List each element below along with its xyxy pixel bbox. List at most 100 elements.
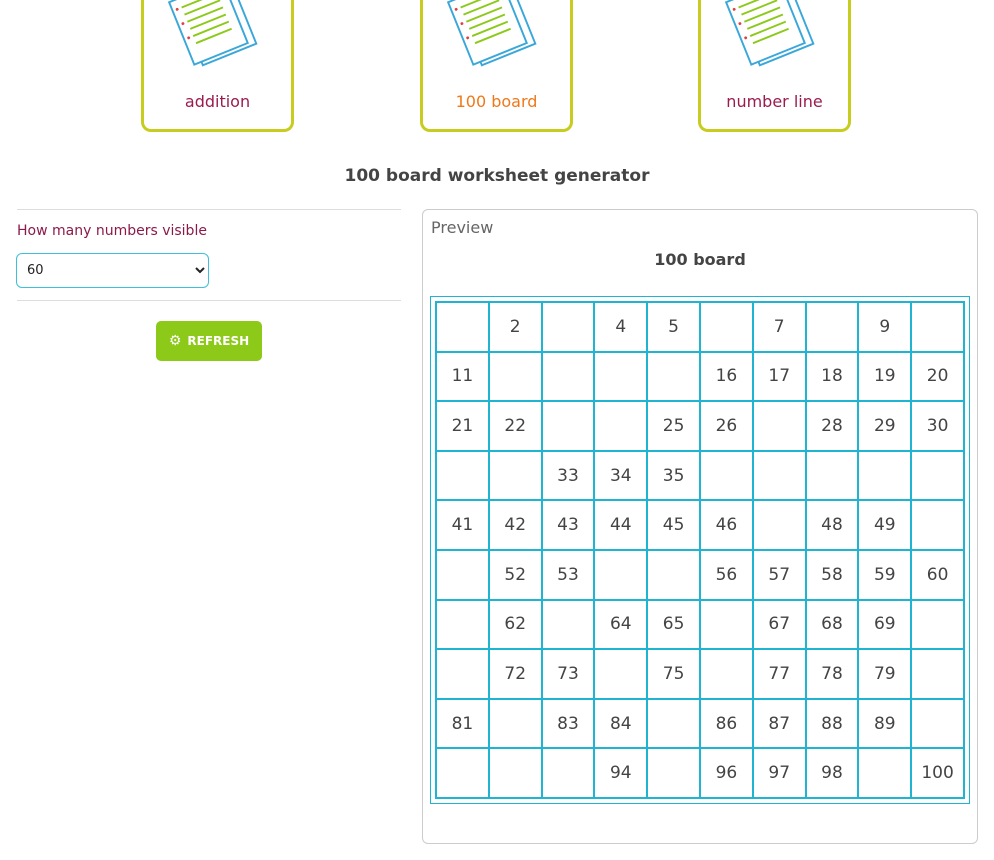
board-cell <box>700 600 752 649</box>
card-label: number line <box>726 92 823 111</box>
board-cell: 96 <box>700 749 752 797</box>
board-cell: 94 <box>595 749 647 797</box>
board-cell: 17 <box>753 352 805 401</box>
board-cell <box>437 451 488 500</box>
page-title: 100 board worksheet generator <box>344 166 650 186</box>
gears-icon: ⚙ <box>168 333 182 349</box>
board-cell: 59 <box>859 550 911 599</box>
board-cell <box>489 352 541 401</box>
board-cell: 22 <box>489 402 541 450</box>
board-cell <box>542 749 594 797</box>
board-cell: 64 <box>595 600 647 649</box>
board-cell: 57 <box>753 550 805 599</box>
board-cell: 25 <box>648 402 699 450</box>
board-cell <box>700 451 752 500</box>
visible-count-select[interactable]: 102030405060708090 <box>16 253 209 288</box>
refresh-label: REFRESH <box>187 334 250 348</box>
board-cell: 58 <box>806 550 858 599</box>
board-cell <box>912 650 963 698</box>
preview-title: 100 board <box>654 250 746 269</box>
worksheet-icon <box>446 0 537 67</box>
board-cell <box>700 303 752 351</box>
board-cell: 60 <box>912 550 963 599</box>
board-cell <box>595 550 647 599</box>
board-cell: 98 <box>806 749 858 797</box>
board-cell <box>542 303 594 351</box>
board-cell: 52 <box>489 550 541 599</box>
board-cell: 44 <box>595 501 647 549</box>
board-cell <box>489 451 541 500</box>
board-cell <box>806 451 858 500</box>
divider <box>17 209 401 210</box>
board-cell: 48 <box>806 501 858 549</box>
board-cell: 84 <box>595 699 647 748</box>
worksheet-card-number-line[interactable]: number line <box>698 0 851 132</box>
board-cell: 67 <box>753 600 805 649</box>
board-cell <box>912 451 963 500</box>
board-cell: 78 <box>806 650 858 698</box>
board-cell: 73 <box>542 650 594 698</box>
board-cell: 28 <box>806 402 858 450</box>
board-cell: 43 <box>542 501 594 549</box>
board-cell <box>437 303 488 351</box>
board-cell: 42 <box>489 501 541 549</box>
board-cell: 86 <box>700 699 752 748</box>
board-cell <box>753 402 805 450</box>
board-cell: 29 <box>859 402 911 450</box>
visible-count-label: How many numbers visible <box>17 223 207 239</box>
board-cell: 2 <box>489 303 541 351</box>
board-cell: 53 <box>542 550 594 599</box>
board-cell <box>542 402 594 450</box>
board-cell: 34 <box>595 451 647 500</box>
board-cell <box>806 303 858 351</box>
preview-label: Preview <box>431 218 494 237</box>
board-cell: 9 <box>859 303 911 351</box>
board-cell: 72 <box>489 650 541 698</box>
board-cell: 65 <box>648 600 699 649</box>
board-cell <box>753 451 805 500</box>
board-cell <box>912 699 963 748</box>
board-cell: 5 <box>648 303 699 351</box>
board-cell <box>912 600 963 649</box>
board-cell: 87 <box>753 699 805 748</box>
board-cell: 16 <box>700 352 752 401</box>
hundred-board-grid: 2 4 5 7 9 11 16 17 18 19 20 21 22 25 26 28 29 30 33 34 35 41 4… <box>435 301 965 799</box>
board-cell: 68 <box>806 600 858 649</box>
board-cell: 21 <box>437 402 488 450</box>
board-cell <box>859 749 911 797</box>
worksheet-icon <box>167 0 258 67</box>
board-cell <box>437 550 488 599</box>
board-cell <box>648 699 699 748</box>
board-cell: 81 <box>437 699 488 748</box>
board-cell <box>437 600 488 649</box>
board-cell: 7 <box>753 303 805 351</box>
board-cell: 56 <box>700 550 752 599</box>
divider <box>17 300 401 301</box>
board-cell <box>648 749 699 797</box>
board-cell: 100 <box>912 749 963 797</box>
board-cell: 77 <box>753 650 805 698</box>
board-cell: 41 <box>437 501 488 549</box>
worksheet-card-addition[interactable]: addition <box>141 0 294 132</box>
board-cell <box>595 402 647 450</box>
board-cell <box>753 501 805 549</box>
board-cell <box>437 749 488 797</box>
board-cell: 35 <box>648 451 699 500</box>
worksheet-card-100-board[interactable]: 100 board <box>420 0 573 132</box>
board-cell <box>542 352 594 401</box>
board-cell: 19 <box>859 352 911 401</box>
board-cell: 30 <box>912 402 963 450</box>
refresh-button[interactable]: ⚙ REFRESH <box>156 321 262 361</box>
board-cell: 4 <box>595 303 647 351</box>
board-cell: 97 <box>753 749 805 797</box>
board-cell: 89 <box>859 699 911 748</box>
card-label: 100 board <box>455 92 538 111</box>
board-cell: 62 <box>489 600 541 649</box>
board-cell <box>912 303 963 351</box>
hundred-board: 2 4 5 7 9 11 16 17 18 19 20 21 22 25 26 28 29 30 33 34 35 41 4… <box>430 296 970 804</box>
board-cell: 26 <box>700 402 752 450</box>
board-cell <box>489 699 541 748</box>
board-cell: 79 <box>859 650 911 698</box>
board-cell: 88 <box>806 699 858 748</box>
board-cell: 75 <box>648 650 699 698</box>
